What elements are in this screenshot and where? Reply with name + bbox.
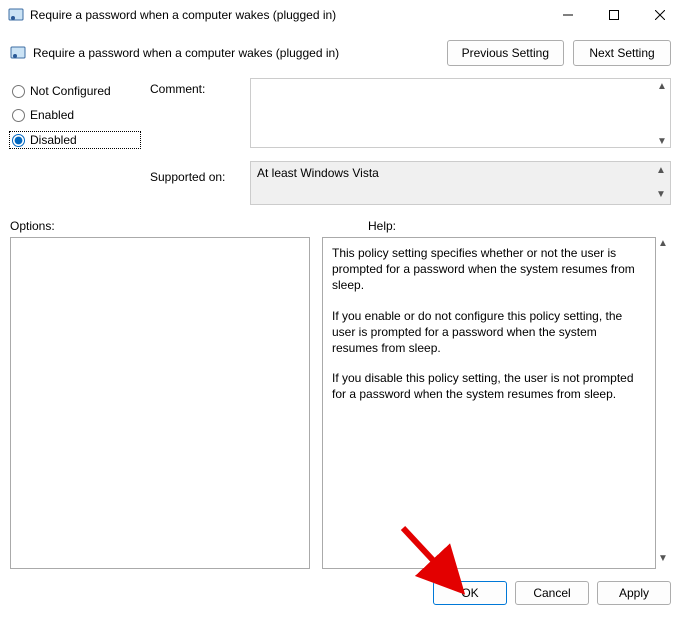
radio-column: Not Configured Enabled Disabled: [10, 78, 140, 205]
supported-on-box: At least Windows Vista ▲ ▼: [250, 161, 671, 205]
header-row: Require a password when a computer wakes…: [0, 30, 683, 72]
comment-textarea[interactable]: [250, 78, 671, 148]
comment-scroll: ▲ ▼: [655, 78, 669, 151]
help-label: Help:: [368, 219, 396, 233]
panels-row: This policy setting specifies whether or…: [0, 237, 683, 575]
header-left: Require a password when a computer wakes…: [10, 45, 439, 61]
scroll-down-icon[interactable]: ▼: [656, 553, 671, 568]
titlebar: Require a password when a computer wakes…: [0, 0, 683, 30]
close-button[interactable]: [637, 0, 683, 30]
radio-disabled-input[interactable]: [12, 134, 25, 147]
action-row: OK Cancel Apply: [0, 575, 683, 613]
scroll-up-icon[interactable]: ▲: [655, 80, 669, 94]
ok-button[interactable]: OK: [433, 581, 507, 605]
help-text-2: If you enable or do not configure this p…: [332, 308, 646, 357]
radio-not-configured-input[interactable]: [12, 85, 25, 98]
previous-setting-button[interactable]: Previous Setting: [447, 40, 564, 66]
options-panel: [10, 237, 310, 569]
radio-enabled-label: Enabled: [30, 108, 74, 122]
field-inputs-column: ▲ ▼ At least Windows Vista ▲ ▼: [250, 78, 671, 205]
scroll-down-icon[interactable]: ▼: [654, 188, 668, 202]
supported-scroll: ▲ ▼: [654, 162, 668, 204]
next-setting-button[interactable]: Next Setting: [573, 40, 671, 66]
help-panel: This policy setting specifies whether or…: [322, 237, 656, 569]
scroll-up-icon[interactable]: ▲: [654, 164, 668, 178]
help-text-1: This policy setting specifies whether or…: [332, 245, 646, 294]
help-text-3: If you disable this policy setting, the …: [332, 370, 646, 402]
radio-not-configured[interactable]: Not Configured: [12, 84, 140, 98]
config-area: Not Configured Enabled Disabled Comment:…: [0, 72, 683, 211]
panels-labels: Options: Help:: [0, 211, 683, 237]
apply-button[interactable]: Apply: [597, 581, 671, 605]
header-nav-buttons: Previous Setting Next Setting: [447, 40, 671, 66]
radio-disabled-label: Disabled: [30, 133, 77, 147]
help-scrollbar: ▲ ▼: [655, 237, 671, 569]
window-controls: [545, 0, 683, 30]
comment-label: Comment:: [150, 82, 240, 96]
radio-enabled-input[interactable]: [12, 109, 25, 122]
scroll-down-icon[interactable]: ▼: [655, 135, 669, 149]
radio-enabled[interactable]: Enabled: [12, 108, 140, 122]
cancel-button[interactable]: Cancel: [515, 581, 589, 605]
radio-disabled[interactable]: Disabled: [10, 132, 140, 148]
policy-window-icon: [8, 7, 24, 23]
help-wrap: This policy setting specifies whether or…: [322, 237, 671, 569]
policy-name: Require a password when a computer wakes…: [33, 46, 339, 60]
options-label: Options:: [10, 219, 354, 233]
supported-on-value: At least Windows Vista: [257, 166, 379, 180]
policy-icon: [10, 45, 26, 61]
supported-on-label: Supported on:: [150, 170, 240, 184]
field-labels-column: Comment: Supported on:: [150, 78, 240, 205]
radio-not-configured-label: Not Configured: [30, 84, 111, 98]
maximize-button[interactable]: [591, 0, 637, 30]
scroll-up-icon[interactable]: ▲: [656, 238, 671, 253]
minimize-button[interactable]: [545, 0, 591, 30]
window-title: Require a password when a computer wakes…: [30, 8, 545, 22]
